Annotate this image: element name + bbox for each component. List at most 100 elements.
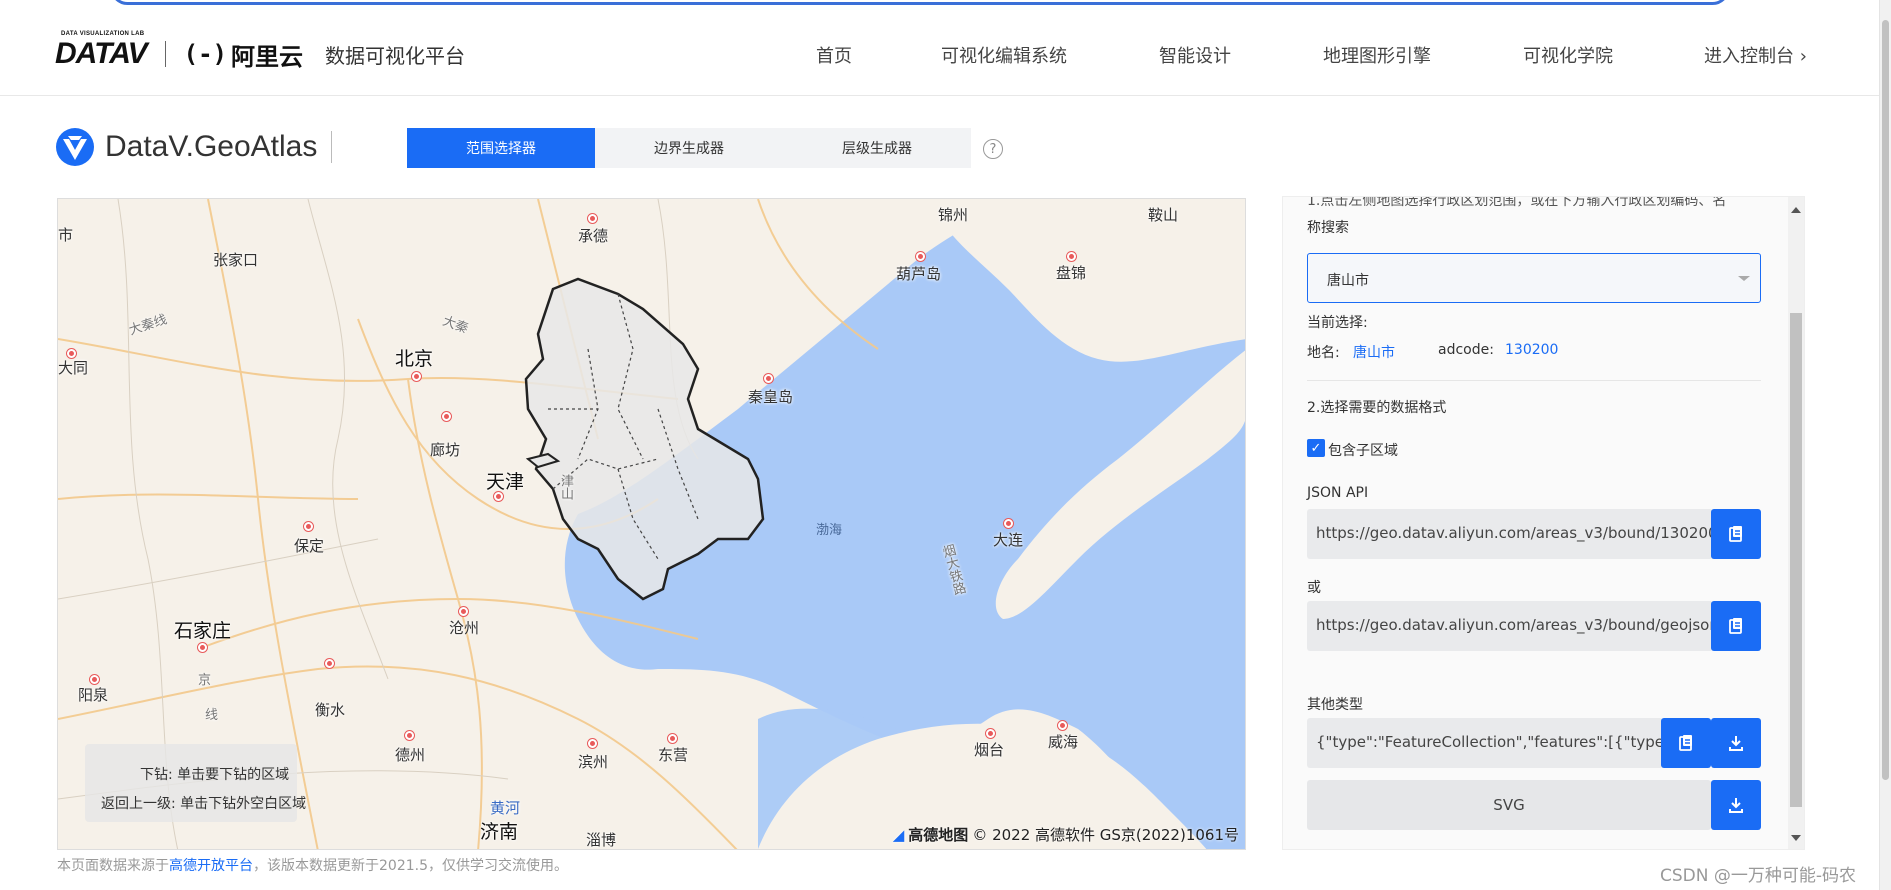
other-types-label: 其他类型	[1307, 697, 1363, 713]
drill-tip-box: 下钻: 单击要下钻的区域 返回上一级: 单击下钻外空白区域	[85, 744, 306, 822]
city-label: 天津	[486, 471, 525, 493]
city-dot	[1067, 252, 1076, 261]
datav-logo-tagline: DATA VISUALIZATION LAB	[61, 31, 145, 37]
city-label: 廊坊	[430, 441, 461, 459]
city-label: 大同	[58, 359, 89, 377]
city-label: 滨州	[578, 753, 609, 771]
map-canvas[interactable]: 承德 张家口 大同 市 北京 廊坊 天津 保定 沧州 石家庄 衡水 阳泉 德州 …	[57, 198, 1246, 850]
page-scrollbar-thumb[interactable]	[1882, 20, 1889, 780]
download-svg-button[interactable]	[1711, 780, 1761, 830]
tab-range-selector[interactable]: 范围选择器	[407, 128, 595, 168]
copy-icon	[1729, 618, 1742, 634]
city-dot	[412, 372, 421, 381]
page-scrollbar[interactable]	[1879, 0, 1891, 890]
include-subregion-checkbox[interactable]: ✓	[1307, 439, 1325, 457]
panel-scrollbar-thumb[interactable]	[1790, 313, 1802, 807]
amap-open-platform-link[interactable]: 高德开放平台	[169, 858, 253, 874]
step1-instruction: 1.点击左侧地图选择行政区划范围，或在下方输入行政区划编码、名	[1307, 196, 1727, 209]
geojson-url-field[interactable]: https://geo.datav.aliyun.com/areas_v3/bo…	[1307, 601, 1713, 651]
amap-attribution[interactable]: ◢ 高德地图 © 2022 高德软件 GS京(2022)1061号	[893, 824, 1239, 845]
city-label: 德州	[395, 746, 426, 764]
city-dot	[588, 214, 597, 223]
adcode-label: adcode:	[1438, 342, 1494, 358]
geoatlas-logo-icon	[56, 128, 94, 166]
menu-item-home[interactable]: 首页	[816, 42, 852, 68]
city-label: 石家庄	[174, 620, 232, 642]
city-dot	[494, 492, 503, 501]
browser-top-edge	[0, 0, 1891, 8]
geoatlas-title: DataV.GeoAtlas	[55, 127, 333, 167]
railway-label: 津山	[558, 474, 573, 500]
help-icon[interactable]: ?	[983, 139, 1003, 159]
scroll-up-icon[interactable]	[1791, 207, 1801, 213]
data-source-note: 本页面数据来源于高德开放平台，该版本数据更新于2021.5，仅供学习交流使用。	[57, 855, 568, 875]
city-label: 盘锦	[1056, 264, 1087, 282]
copy-geojson-content-button[interactable]	[1661, 718, 1711, 768]
railway-label: 线	[205, 708, 219, 723]
city-dot	[986, 729, 995, 738]
city-label: 衡水	[315, 701, 346, 719]
city-label: 保定	[294, 537, 325, 555]
city-label: 沧州	[449, 619, 480, 637]
step1-instruction-cont: 称搜索	[1307, 220, 1349, 236]
railway-label: 京	[198, 673, 212, 688]
menu-item-academy[interactable]: 可视化学院	[1523, 42, 1613, 68]
city-label: 秦皇岛	[748, 388, 794, 406]
river-label: 黄河	[490, 799, 521, 817]
city-dot	[90, 675, 99, 684]
city-dot	[325, 659, 334, 668]
copy-geojson-button[interactable]	[1711, 601, 1761, 651]
menu-item-smart-design[interactable]: 智能设计	[1159, 42, 1231, 68]
menu-item-editor[interactable]: 可视化编辑系统	[941, 42, 1067, 68]
tab-boundary-generator[interactable]: 边界生成器	[595, 128, 783, 168]
json-api-url-field[interactable]: https://geo.datav.aliyun.com/areas_v3/bo…	[1307, 509, 1713, 559]
current-selection-label: 当前选择:	[1307, 315, 1368, 331]
tab-level-generator[interactable]: 层级生成器	[783, 128, 971, 168]
include-subregion-label[interactable]: 包含子区域	[1328, 440, 1398, 460]
step2-instruction: 2.选择需要的数据格式	[1307, 400, 1447, 416]
svg-format-field[interactable]: SVG	[1307, 780, 1711, 830]
json-api-url: https://geo.datav.aliyun.com/areas_v3/bo…	[1316, 524, 1713, 542]
scroll-down-icon[interactable]	[1791, 835, 1801, 841]
menu-item-geo-engine[interactable]: 地理图形引擎	[1323, 42, 1431, 68]
place-name-value: 唐山市	[1353, 345, 1395, 361]
city-label: 威海	[1048, 733, 1079, 751]
region-search-select[interactable]: 唐山市	[1307, 253, 1761, 303]
city-label: 市	[58, 226, 74, 244]
drill-tip-text: 下钻: 单击要下钻的区域	[140, 767, 290, 783]
city-dot	[668, 734, 677, 743]
geoatlas-name: DataV.GeoAtlas	[105, 130, 318, 163]
sea-label: 渤海	[816, 523, 843, 538]
city-dot	[459, 607, 468, 616]
download-icon	[1729, 798, 1743, 813]
address-bar-edge	[110, 0, 1730, 5]
footnote-prefix: 本页面数据来源于	[57, 858, 169, 874]
city-dot	[764, 374, 773, 383]
panel-scrollbar[interactable]	[1788, 197, 1804, 849]
panel-divider	[1307, 380, 1761, 381]
city-dot	[198, 643, 207, 652]
amap-copyright: © 2022 高德软件 GS京(2022)1061号	[972, 826, 1239, 844]
city-dot	[405, 731, 414, 740]
city-label: 淄博	[586, 831, 617, 849]
menu-item-console[interactable]: 进入控制台 ›	[1704, 42, 1807, 68]
region-search-value: 唐山市	[1327, 273, 1369, 289]
amap-logo-icon: ◢	[892, 825, 905, 844]
city-dot	[1004, 519, 1013, 528]
back-tip-text: 返回上一级: 单击下钻外空白区域	[101, 796, 307, 812]
geojson-url: https://geo.datav.aliyun.com/areas_v3/bo…	[1316, 616, 1713, 634]
main-menu: 首页 可视化编辑系统 智能设计 地理图形引擎 可视化学院 进入控制台 ›	[0, 42, 1879, 72]
city-label: 承德	[578, 227, 609, 245]
footnote-suffix: ，该版本数据更新于2021.5，仅供学习交流使用。	[253, 858, 568, 874]
adcode-value: 130200	[1505, 342, 1559, 358]
geojson-content: {"type":"FeatureCollection","features":[…	[1316, 733, 1663, 751]
geojson-content-field[interactable]: {"type":"FeatureCollection","features":[…	[1307, 718, 1663, 768]
download-geojson-button[interactable]	[1711, 718, 1761, 768]
city-dot	[1058, 721, 1067, 730]
amap-logo-text: 高德地图	[908, 826, 969, 844]
copy-json-api-button[interactable]	[1711, 509, 1761, 559]
city-label: 东营	[658, 746, 689, 764]
json-api-label: JSON API	[1307, 485, 1369, 501]
city-label: 济南	[480, 821, 519, 843]
city-label: 烟台	[974, 741, 1005, 759]
